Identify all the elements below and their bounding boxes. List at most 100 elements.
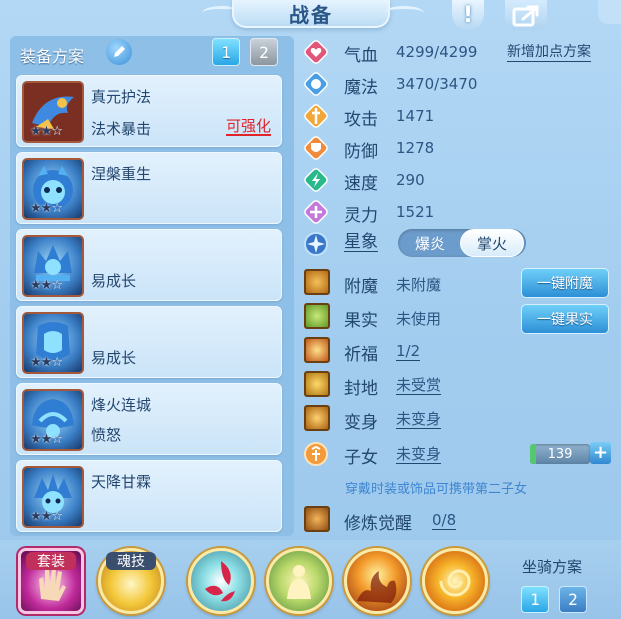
star-rating: ★★☆ — [30, 355, 63, 370]
edit-scheme-button[interactable] — [106, 39, 132, 65]
stat-label: 魔法 — [344, 78, 378, 98]
golden-buddha-skill-icon[interactable] — [266, 548, 332, 614]
equipment-card[interactable]: ★★☆ 涅槃重生 — [16, 152, 282, 224]
stat-row-speed: 速度 290 — [302, 166, 612, 196]
enhancement-value[interactable]: 1/2 — [396, 342, 421, 361]
enhancement-label: 果实 — [344, 311, 378, 331]
stat-value: 3470/3470 — [396, 75, 478, 93]
one-click-fruit-button[interactable]: 一键果实 — [521, 304, 609, 334]
stat-value: 1471 — [396, 107, 435, 125]
equipment-card[interactable]: ★★☆ 易成长 — [16, 229, 282, 301]
stat-value: 1278 — [396, 139, 435, 157]
enhancement-label: 封地 — [344, 379, 378, 399]
star-rating: ★★☆ — [30, 201, 63, 216]
share-button[interactable] — [505, 0, 547, 30]
enhancement-value: 未附魔 — [396, 276, 442, 294]
mount-page-1-button[interactable]: 1 — [521, 586, 549, 613]
heart-icon — [304, 40, 328, 64]
enhancement-label: 祈福 — [344, 345, 378, 365]
equipment-thumbnail: ★★☆ — [22, 312, 84, 374]
equipment-name: 真元护法 — [91, 88, 152, 106]
equipment-effect: 易成长 — [91, 349, 137, 367]
transform-icon — [304, 405, 330, 431]
equipment-effect: 法术暴击 — [91, 120, 152, 138]
upgradable-tag[interactable]: 可强化 — [225, 118, 271, 136]
wind-blade-glyph — [205, 561, 235, 602]
cultivation-icon — [304, 506, 330, 532]
equipment-effect: 愤怒 — [91, 426, 122, 444]
fire-vortex-skill-icon[interactable] — [422, 548, 488, 614]
equipment-effect: 易成长 — [91, 272, 137, 290]
mana-icon — [304, 72, 328, 96]
buddha-glyph — [287, 565, 311, 599]
equipment-card[interactable]: ★★☆ 真元护法 法术暴击 可强化 — [16, 75, 282, 147]
close-tab[interactable] — [598, 0, 621, 24]
equipment-page-2-button[interactable]: 2 — [250, 38, 278, 66]
stat-label: 速度 — [344, 174, 378, 194]
stat-value: 290 — [396, 171, 425, 189]
equipment-card[interactable]: ★★☆ 天降甘霖 — [16, 460, 282, 532]
add-child-button[interactable]: + — [590, 442, 611, 464]
one-click-enchant-button[interactable]: 一键附魔 — [521, 268, 609, 298]
stat-row-defense: 防御 1278 — [302, 134, 612, 164]
equipment-thumbnail: ★★☆ — [22, 81, 84, 143]
equipment-card[interactable]: ★★☆ 易成长 — [16, 306, 282, 378]
enhancement-value[interactable]: 未受赏 — [396, 376, 442, 395]
equipment-thumbnail: ★★☆ — [22, 466, 84, 528]
transform-row: 变身 未变身 — [302, 405, 612, 435]
xingxiang-option-baoyan[interactable]: 爆炎 — [398, 229, 462, 257]
mount-scheme-label: 坐骑方案 — [522, 558, 583, 576]
stat-value: 1521 — [396, 203, 435, 221]
flame-glyph — [357, 571, 397, 603]
child-count-bar: 139 — [530, 444, 590, 464]
equipment-thumbnail: ★★☆ — [22, 389, 84, 451]
xingxiang-option-zhanghuo[interactable]: 掌火 — [460, 229, 524, 257]
share-icon — [512, 5, 539, 27]
star-rating: ★★☆ — [30, 509, 63, 524]
battle-prep-window: 战备 ! 装备方案 1 2 ★★☆ 真元护法 法术暴击 可强化 ★★☆ 涅槃重生… — [0, 0, 621, 619]
second-child-hint[interactable]: 穿戴时装或饰品可携带第二子女 — [345, 478, 527, 497]
stat-row-attack: 攻击 1471 — [302, 102, 612, 132]
info-icon: ! — [462, 2, 474, 28]
title-ornament-right — [384, 6, 424, 20]
xingxiang-toggle[interactable]: 爆炎 掌火 — [398, 229, 526, 257]
equipment-scheme-label: 装备方案 — [20, 47, 85, 66]
children-value[interactable]: 未变身 — [396, 445, 442, 464]
enchant-icon — [304, 269, 330, 295]
equipment-card[interactable]: ★★☆ 烽火连城 愤怒 — [16, 383, 282, 455]
xingxiang-label[interactable]: 星象 — [344, 233, 378, 252]
fief-icon — [304, 371, 330, 397]
defense-icon — [304, 136, 328, 160]
vortex-glyph — [439, 569, 471, 597]
star-rating: ★★☆ — [30, 432, 63, 447]
set-label: 套装 — [26, 552, 76, 570]
stat-value: 4299/4299 — [396, 43, 478, 61]
equipment-name: 烽火连城 — [91, 396, 152, 414]
stat-label: 灵力 — [344, 206, 378, 226]
page-title: 战备 — [289, 2, 333, 27]
equipment-thumbnail: ★★☆ — [22, 158, 84, 220]
pencil-icon — [114, 46, 125, 57]
children-label: 子女 — [344, 448, 378, 468]
add-point-scheme-link[interactable]: 新增加点方案 — [507, 44, 591, 62]
cultivation-value[interactable]: 0/8 — [432, 511, 457, 530]
mount-page-2-button[interactable]: 2 — [559, 586, 587, 613]
info-button[interactable]: ! — [452, 0, 484, 30]
spirit-icon — [304, 200, 328, 224]
enhancement-value[interactable]: 未变身 — [396, 410, 442, 429]
title-plate: 战备 — [232, 0, 390, 28]
star-rating: ★★☆ — [30, 278, 63, 293]
enhancement-label: 变身 — [344, 413, 378, 433]
enhancement-label: 附魔 — [344, 277, 378, 297]
blessing-icon — [304, 337, 330, 363]
flame-burst-skill-icon[interactable] — [344, 548, 410, 614]
stat-label: 防御 — [344, 142, 378, 162]
equipment-thumbnail: ★★☆ — [22, 235, 84, 297]
wind-blade-skill-icon[interactable] — [188, 548, 254, 614]
fief-row: 封地 未受赏 — [302, 371, 612, 401]
enhancement-value: 未使用 — [396, 310, 442, 328]
cultivation-label: 修炼觉醒 — [344, 514, 412, 534]
fruit-icon — [304, 303, 330, 329]
soul-label: 魂技 — [106, 552, 156, 570]
equipment-page-1-button[interactable]: 1 — [212, 38, 240, 66]
